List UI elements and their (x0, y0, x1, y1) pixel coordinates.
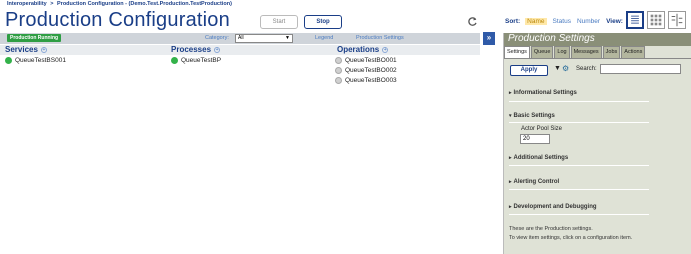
panel-body: Apply ▼ ⚙ Search: ▸ Informational Setting… (504, 58, 691, 254)
chevron-right-icon: ▸ (509, 204, 512, 210)
operation-item[interactable]: QueueTestBO001 (335, 57, 397, 64)
filter-icon[interactable]: ▼ (554, 65, 561, 72)
divider (509, 189, 649, 190)
chevron-right-icon: ▸ (509, 155, 512, 161)
start-button[interactable]: Start (260, 15, 298, 29)
column-header-row: Services + Processes + Operations + (0, 45, 480, 55)
actor-pool-size-input[interactable]: 20 (520, 134, 550, 144)
add-process-icon[interactable]: + (214, 46, 221, 53)
apply-button[interactable]: Apply (510, 65, 548, 76)
sort-bar: Sort: Name Status Number View: (505, 15, 628, 27)
refresh-icon[interactable] (467, 16, 478, 27)
grid-view-icon[interactable] (647, 11, 665, 29)
info-text-line: To view item settings, click on a config… (509, 235, 633, 241)
chevron-right-icon: ▸ (509, 179, 512, 185)
section-label: Informational Settings (513, 90, 577, 96)
tab-queue[interactable]: Queue (530, 46, 554, 58)
production-settings-link[interactable]: Production Settings (356, 34, 404, 43)
operations-header: Operations + (337, 45, 389, 55)
operation-item-label: QueueTestBO002 (345, 67, 397, 74)
process-item-label: QueueTestBP (181, 57, 222, 64)
processes-header-label: Processes (171, 45, 212, 54)
add-operation-icon[interactable]: + (382, 46, 389, 53)
service-item[interactable]: QueueTestBS001 (5, 57, 66, 64)
search-label: Search: (576, 66, 597, 72)
section-label: Additional Settings (513, 155, 569, 161)
view-label: View: (606, 17, 623, 25)
list-view-icon[interactable] (626, 11, 644, 29)
chevron-down-icon: ▼ (285, 35, 290, 41)
tab-messages[interactable]: Messages (570, 46, 602, 58)
stop-button[interactable]: Stop (304, 15, 342, 29)
divider (509, 101, 649, 102)
tab-log[interactable]: Log (554, 46, 570, 58)
services-header: Services + (5, 45, 47, 55)
divider (509, 122, 649, 123)
tab-settings[interactable]: Settings (504, 46, 530, 58)
breadcrumb-current: Production Configuration (57, 1, 124, 7)
search-input[interactable] (600, 64, 681, 74)
section-additional-settings[interactable]: ▸ Additional Settings (509, 155, 568, 161)
status-dot-icon (171, 57, 178, 64)
operation-item[interactable]: QueueTestBO002 (335, 67, 397, 74)
operation-item[interactable]: QueueTestBO003 (335, 77, 397, 84)
chevron-right-icon: ▸ (509, 90, 512, 96)
operation-item-label: QueueTestBO001 (345, 57, 397, 64)
page-title: Production Configuration (5, 9, 230, 31)
processes-header: Processes + (171, 45, 221, 55)
services-header-label: Services (5, 45, 38, 54)
operations-header-label: Operations (337, 45, 380, 54)
diagram-view-icon[interactable] (668, 11, 686, 29)
panel-tabs: Settings Queue Log Messages Jobs Actions (504, 46, 646, 58)
section-label: Development and Debugging (513, 204, 597, 210)
section-alerting-control[interactable]: ▸ Alerting Control (509, 179, 559, 185)
chevron-down-icon: ▾ (509, 113, 512, 119)
breadcrumb-context: - (Demo.Test.Production.TestProduction) (125, 1, 232, 7)
add-service-icon[interactable]: + (40, 46, 47, 53)
status-dot-icon (5, 57, 12, 64)
production-toolbar: Production Running Category: All ▼ Legen… (0, 33, 480, 44)
service-item-label: QueueTestBS001 (15, 57, 66, 64)
info-text-line: These are the Production settings. (509, 226, 593, 232)
section-label: Basic Settings (513, 113, 555, 119)
category-select[interactable]: All ▼ (235, 34, 293, 43)
production-settings-panel: Production Settings Settings Queue Log M… (503, 33, 691, 254)
status-dot-icon (335, 67, 342, 74)
actor-pool-size-label: Actor Pool Size (521, 126, 563, 132)
process-item[interactable]: QueueTestBP (171, 57, 221, 64)
sort-option-status[interactable]: Status (553, 18, 571, 25)
section-label: Alerting Control (513, 179, 560, 185)
status-dot-icon (335, 77, 342, 84)
breadcrumb-root[interactable]: Interoperability (7, 1, 47, 7)
breadcrumb: Interoperability > Production Configurat… (7, 1, 232, 7)
panel-title: Production Settings (508, 33, 595, 44)
status-dot-icon (335, 57, 342, 64)
sort-option-name[interactable]: Name (525, 17, 547, 25)
legend-link[interactable]: Legend (315, 34, 333, 43)
section-basic-settings[interactable]: ▾ Basic Settings (509, 113, 555, 119)
category-label: Category: (205, 35, 229, 41)
tree-icon[interactable]: ⚙ (562, 64, 569, 73)
tab-jobs[interactable]: Jobs (602, 46, 621, 58)
sort-option-number[interactable]: Number (577, 18, 600, 25)
breadcrumb-separator: > (50, 1, 54, 7)
section-development-debugging[interactable]: ▸ Development and Debugging (509, 204, 597, 210)
category-value: All (238, 35, 244, 41)
tab-actions[interactable]: Actions (621, 46, 646, 58)
divider (509, 165, 649, 166)
collapse-panel-button[interactable]: » (483, 32, 495, 45)
section-informational-settings[interactable]: ▸ Informational Settings (509, 90, 577, 96)
operation-item-label: QueueTestBO003 (345, 77, 397, 84)
status-badge: Production Running (7, 34, 62, 42)
sort-label: Sort: (505, 17, 521, 25)
divider (509, 214, 649, 215)
